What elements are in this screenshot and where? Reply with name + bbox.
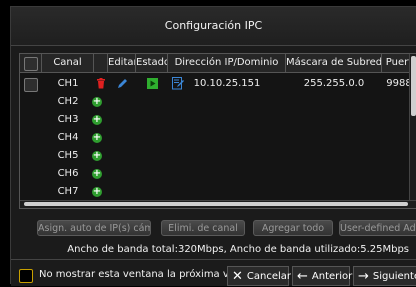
horizontal-scrollbar[interactable] bbox=[20, 200, 416, 208]
add-icon[interactable]: + bbox=[92, 187, 102, 197]
header-select-cell bbox=[20, 54, 42, 72]
user-defined-add-button[interactable]: User-defined Add bbox=[339, 220, 416, 236]
channel-label: CH3 bbox=[57, 114, 79, 125]
row-checkbox[interactable] bbox=[24, 78, 38, 92]
header-mascara: Máscara de Subred bbox=[286, 54, 382, 72]
header-editar: Editar bbox=[108, 54, 136, 72]
channel-label: CH4 bbox=[57, 132, 79, 143]
header-delete-col bbox=[94, 54, 108, 72]
auto-assign-ip-button[interactable]: Asign. auto de IP(s) cám bbox=[37, 220, 151, 236]
select-all-checkbox[interactable] bbox=[24, 57, 38, 71]
dialog-title: Configuración IPC bbox=[11, 7, 416, 46]
table-header: Canal Editar Estado Dirección IP/Dominio… bbox=[20, 54, 416, 73]
header-canal: Canal bbox=[42, 54, 94, 72]
channel-label: CH2 bbox=[57, 96, 79, 107]
arrow-left-icon: ← bbox=[297, 269, 308, 284]
dialog-footer: No mostrar esta ventana la próxima vez. … bbox=[11, 259, 416, 286]
vertical-scroll-thumb[interactable] bbox=[411, 56, 416, 116]
ipc-table: Canal Editar Estado Dirección IP/Dominio… bbox=[19, 53, 416, 209]
add-all-button[interactable]: Agregar todo bbox=[253, 220, 333, 236]
table-row[interactable]: CH4 + bbox=[20, 129, 416, 147]
close-icon: ✕ bbox=[232, 269, 243, 284]
cancel-button[interactable]: ✕ Cancelar bbox=[227, 266, 292, 286]
add-icon[interactable]: + bbox=[92, 97, 102, 107]
add-icon[interactable]: + bbox=[92, 133, 102, 143]
table-row[interactable]: CH6 + bbox=[20, 165, 416, 183]
channel-label: CH6 bbox=[57, 168, 79, 179]
edit-icon[interactable] bbox=[108, 75, 136, 93]
next-label: Siguiente bbox=[372, 271, 416, 282]
channel-label: CH1 bbox=[57, 78, 79, 89]
header-estado: Estado bbox=[136, 54, 168, 72]
vertical-scrollbar[interactable] bbox=[409, 54, 416, 208]
delete-icon[interactable] bbox=[94, 75, 108, 93]
ipc-config-dialog: Configuración IPC Canal Editar Estado Di… bbox=[10, 6, 416, 286]
dont-show-label: No mostrar esta ventana la próxima vez. bbox=[39, 269, 244, 280]
previous-label: Anterior bbox=[311, 271, 353, 282]
table-row[interactable]: CH2 + bbox=[20, 93, 416, 111]
arrow-right-icon: → bbox=[358, 269, 369, 284]
channel-label: CH5 bbox=[57, 150, 79, 161]
header-direccion: Dirección IP/Dominio bbox=[168, 54, 286, 72]
previous-button[interactable]: ← Anterior bbox=[292, 266, 353, 286]
table-row[interactable]: CH7 + bbox=[20, 183, 416, 201]
channel-label: CH7 bbox=[57, 186, 79, 197]
bandwidth-info: Ancho de banda total:320Mbps, Ancho de b… bbox=[67, 244, 409, 255]
next-button[interactable]: → Siguiente bbox=[353, 266, 416, 286]
add-icon[interactable]: + bbox=[92, 115, 102, 125]
add-icon[interactable]: + bbox=[92, 169, 102, 179]
subnet-mask: 255.255.0.0 bbox=[303, 78, 365, 89]
dont-show-checkbox[interactable] bbox=[19, 269, 33, 283]
add-icon[interactable]: + bbox=[92, 151, 102, 161]
cancel-label: Cancelar bbox=[246, 271, 292, 282]
play-status-icon[interactable] bbox=[136, 75, 168, 93]
table-row[interactable]: CH5 + bbox=[20, 147, 416, 165]
table-row[interactable]: CH3 + bbox=[20, 111, 416, 129]
delete-channel-button[interactable]: Elimi. de canal bbox=[161, 220, 245, 236]
horizontal-scroll-thumb[interactable] bbox=[24, 202, 408, 206]
ip-address: 10.10.25.151 bbox=[193, 78, 261, 89]
table-row[interactable]: CH1 10.10.25.151 255.255.0.0 9988 bbox=[20, 75, 416, 93]
